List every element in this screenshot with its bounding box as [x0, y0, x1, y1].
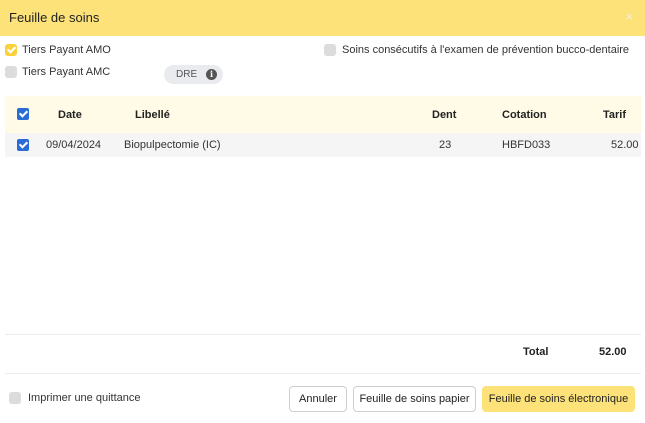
- column-header-libelle: Libellé: [135, 109, 170, 121]
- cancel-button[interactable]: Annuler: [289, 386, 347, 412]
- total-label: Total: [523, 346, 549, 358]
- soins-consecutifs-label: Soins consécutifs à l'examen de préventi…: [342, 44, 630, 56]
- select-all-checkbox[interactable]: [17, 108, 29, 120]
- dialog-header: Feuille de soins ×: [0, 0, 645, 36]
- row-checkbox[interactable]: [17, 139, 29, 151]
- column-header-cotation: Cotation: [502, 109, 547, 121]
- row-libelle: Biopulpectomie (IC): [124, 139, 221, 151]
- row-dent: 23: [439, 139, 452, 151]
- total-value: 52.00: [599, 346, 627, 358]
- tiers-payant-amc-checkbox[interactable]: [5, 66, 17, 78]
- tiers-payant-amc-label: Tiers Payant AMC: [22, 66, 111, 78]
- column-header-dent: Dent: [432, 109, 457, 121]
- close-icon[interactable]: ×: [625, 9, 633, 24]
- row-cotation: HBFD033: [502, 139, 551, 151]
- paper-form-button[interactable]: Feuille de soins papier: [353, 386, 476, 412]
- footer-divider: [5, 373, 641, 374]
- dre-label: DRE: [176, 69, 198, 80]
- electronic-form-button[interactable]: Feuille de soins électronique: [482, 386, 635, 412]
- column-header-tarif: Tarif: [603, 109, 627, 121]
- print-receipt-checkbox[interactable]: [9, 392, 21, 404]
- soins-consecutifs-checkbox[interactable]: [324, 44, 336, 56]
- tiers-payant-amo-checkbox[interactable]: [5, 44, 17, 56]
- info-icon[interactable]: i: [206, 69, 217, 80]
- total-divider: [5, 334, 641, 335]
- dialog-title: Feuille de soins: [9, 10, 100, 25]
- print-receipt-label: Imprimer une quittance: [28, 392, 141, 404]
- dre-toggle[interactable]: DRE i: [164, 65, 223, 84]
- row-date: 09/04/2024: [46, 139, 102, 151]
- column-header-date: Date: [58, 109, 82, 121]
- tiers-payant-amo-label: Tiers Payant AMO: [22, 44, 111, 56]
- row-tarif: 52.00: [611, 139, 639, 151]
